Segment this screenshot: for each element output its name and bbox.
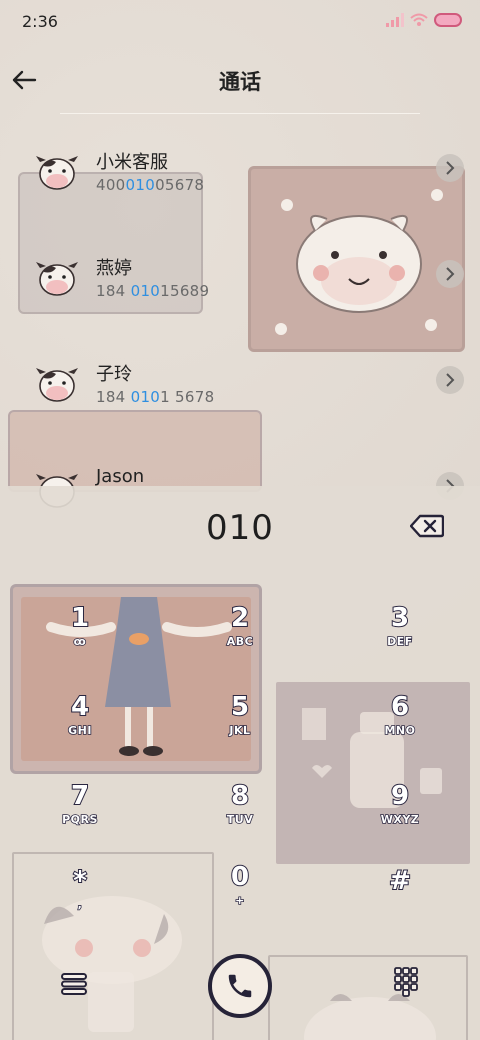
number-suffix: 15689 [160, 282, 210, 300]
key-letters: JKL [229, 723, 251, 738]
backspace-icon [409, 514, 445, 538]
key-digit: 3 [390, 602, 410, 634]
dial-key-hash[interactable]: # [355, 865, 445, 938]
contact-name: 小米客服 [96, 152, 168, 173]
number-match: 010 [130, 282, 161, 300]
dial-key-4[interactable]: 4 GHI [35, 691, 125, 764]
status-time: 2:36 [22, 12, 58, 31]
header-divider [60, 113, 420, 114]
key-digit: 9 [390, 780, 410, 812]
number-prefix: 184 [96, 282, 131, 300]
dialed-number: 010 [206, 508, 274, 548]
contact-item[interactable]: 子玲 184 0101 5678 [0, 358, 480, 426]
key-letters: GHI [67, 723, 92, 738]
key-digit: 0 [230, 861, 250, 893]
cow-avatar-icon [36, 368, 78, 402]
number-match: 010 [125, 176, 156, 194]
dial-key-8[interactable]: 8 TUV [195, 780, 285, 853]
key-digit: 2 [230, 602, 250, 634]
contact-name: Jason [96, 466, 145, 487]
voicemail-icon: ꝏ [73, 634, 87, 649]
menu-button[interactable] [54, 964, 94, 1004]
key-letters: + [234, 893, 245, 908]
signal-icon [386, 13, 404, 27]
key-digit: 8 [230, 780, 250, 812]
contact-number: 184 01015689 [96, 282, 209, 300]
key-letters: , [77, 897, 83, 912]
number-suffix: 05678 [155, 176, 205, 194]
contact-name: 子玲 [96, 364, 132, 385]
contact-item[interactable]: 小米客服 40001005678 [0, 146, 480, 214]
contact-item[interactable]: 燕婷 184 01015689 [0, 252, 480, 320]
contact-number: 40001005678 [96, 176, 204, 194]
call-button[interactable] [208, 954, 272, 1018]
cow-avatar-icon [36, 262, 78, 296]
phone-icon [228, 974, 252, 998]
wifi-icon [410, 13, 428, 26]
contact-detail-button[interactable] [436, 366, 464, 394]
key-digit: 5 [230, 691, 250, 723]
key-digit: 6 [390, 691, 410, 723]
delete-button[interactable] [409, 514, 445, 538]
number-suffix: 1 5678 [160, 388, 215, 406]
phone-app-screen: 2:36 通话 小米客服 40001005678 燕婷 184 01015689… [0, 0, 480, 1040]
key-digit: * [72, 865, 88, 897]
contact-detail-button[interactable] [436, 154, 464, 182]
dial-key-2[interactable]: 2 ABC [195, 602, 285, 675]
chevron-right-icon [446, 161, 455, 175]
key-letters: MNO [384, 723, 416, 738]
key-digit: # [388, 865, 412, 897]
dial-key-5[interactable]: 5 JKL [195, 691, 285, 764]
page-title: 通话 [219, 70, 261, 94]
contact-number: 184 0101 5678 [96, 388, 214, 406]
dial-key-1[interactable]: 1 ꝏ [35, 602, 125, 675]
status-bar: 2:36 [0, 0, 480, 44]
dial-key-9[interactable]: 9 WXYZ [355, 780, 445, 853]
key-digit: 1 [70, 602, 90, 634]
contact-name: 燕婷 [96, 258, 132, 279]
header: 通话 [0, 56, 480, 106]
decorative-frame [268, 955, 468, 1040]
number-match: 010 [130, 388, 161, 406]
dial-key-0[interactable]: 0 + [195, 861, 285, 934]
key-letters: WXYZ [380, 812, 420, 827]
dialpad-icon [394, 967, 418, 997]
menu-icon [61, 973, 87, 995]
number-prefix: 184 [96, 388, 131, 406]
status-icons [386, 13, 462, 27]
chevron-right-icon [446, 267, 455, 281]
dial-key-7[interactable]: 7 PQRS [35, 780, 125, 853]
key-letters: PQRS [61, 812, 98, 827]
battery-icon [434, 13, 462, 27]
dial-key-3[interactable]: 3 DEF [355, 602, 445, 675]
dial-key-star[interactable]: * , [35, 865, 125, 938]
key-letters: TUV [226, 812, 254, 827]
chevron-right-icon [446, 373, 455, 387]
key-digit: 7 [70, 780, 90, 812]
cow-peeking-illustration [304, 994, 436, 1040]
number-prefix: 400 [96, 176, 126, 194]
dial-key-6[interactable]: 6 MNO [355, 691, 445, 764]
contact-detail-button[interactable] [436, 260, 464, 288]
key-letters: DEF [386, 634, 413, 649]
key-letters: ABC [226, 634, 254, 649]
cow-avatar-icon [36, 156, 78, 190]
key-digit: 4 [70, 691, 90, 723]
dialpad-toggle-button[interactable] [386, 962, 426, 1002]
